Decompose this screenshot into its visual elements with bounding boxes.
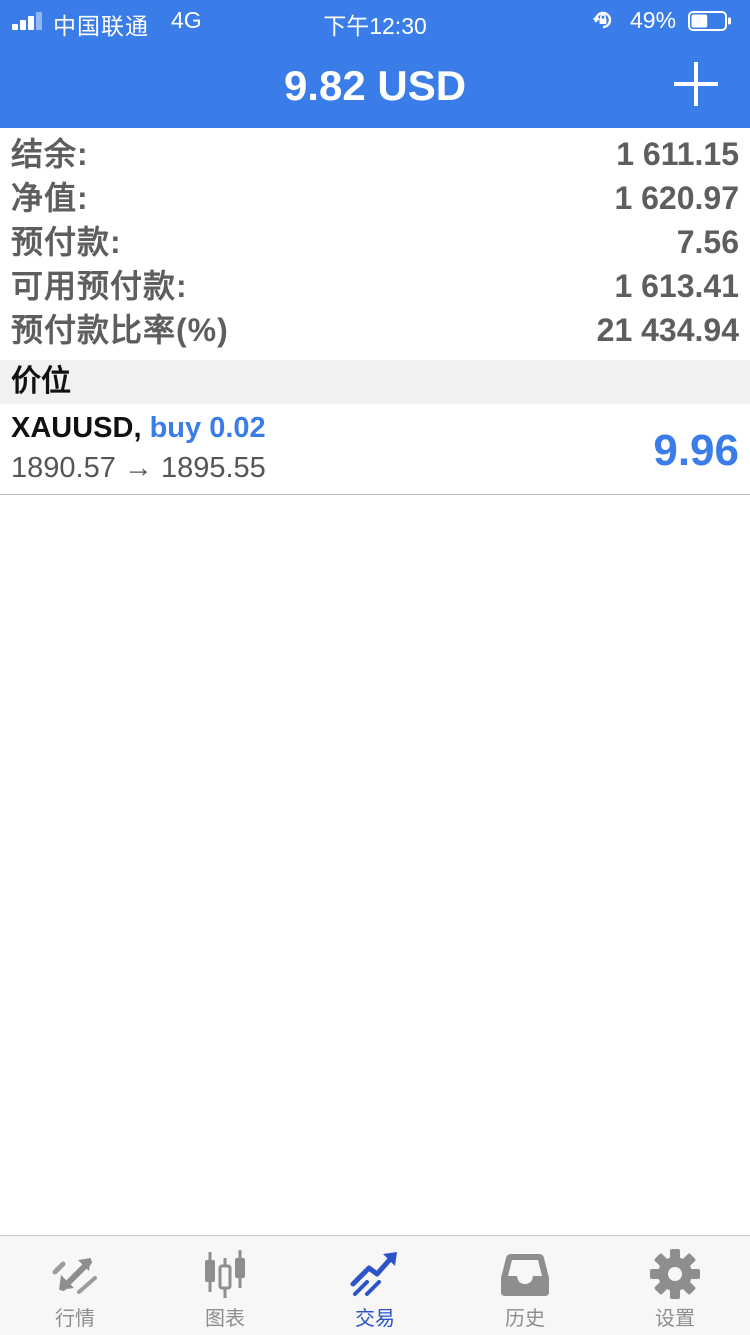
tab-history[interactable]: 历史: [450, 1236, 600, 1335]
section-title: 价位: [11, 365, 71, 398]
summary-label: 预付款比率(%): [11, 312, 229, 348]
candlestick-icon: [205, 1250, 245, 1298]
position-symbol: XAUUSD,: [11, 412, 142, 444]
summary-row-margin: 预付款: 7.56: [0, 220, 750, 264]
positions-section-header: 价位: [0, 360, 750, 404]
position-side-volume: buy 0.02: [149, 412, 266, 444]
summary-value: 7.56: [676, 224, 739, 260]
position-title: XAUUSD, buy 0.02: [11, 410, 266, 446]
current-price: 1895.55: [160, 452, 266, 484]
account-summary: 结余: 1 611.15 净值: 1 620.97 预付款: 7.56 可用预付…: [0, 132, 750, 352]
battery-icon: [688, 11, 731, 31]
tab-settings[interactable]: 设置: [600, 1236, 750, 1335]
battery-percent: 49%: [630, 7, 677, 33]
gear-icon: [650, 1249, 700, 1299]
summary-row-free-margin: 可用预付款: 1 613.41: [0, 264, 750, 308]
summary-value: 1 620.97: [614, 180, 739, 216]
rotation-lock-icon: [593, 11, 612, 29]
summary-row-margin-level: 预付款比率(%) 21 434.94: [0, 308, 750, 352]
arrow-icon: →: [123, 452, 153, 484]
tab-label: 行情: [55, 1308, 95, 1330]
add-order-button[interactable]: [674, 62, 718, 106]
summary-value: 1 611.15: [616, 136, 739, 172]
tab-charts[interactable]: 图表: [150, 1236, 300, 1335]
tab-label: 设置: [655, 1308, 695, 1330]
summary-value: 21 434.94: [596, 312, 739, 348]
summary-label: 预付款:: [11, 224, 122, 260]
tab-label: 图表: [205, 1308, 245, 1330]
inbox-tray-icon: [501, 1254, 549, 1296]
status-bar: 中国联通 4G 下午12:30 49%: [0, 0, 750, 40]
position-prices: 1890.57 → 1895.55: [11, 450, 266, 486]
trade-trend-icon: [350, 1252, 397, 1296]
quotes-arrows-icon: [52, 1258, 97, 1294]
position-profit: 9.96: [653, 426, 739, 475]
tab-label: 交易: [355, 1308, 395, 1330]
open-price: 1890.57: [11, 452, 116, 484]
summary-label: 净值:: [11, 180, 89, 216]
page-title: 9.82 USD: [283, 62, 467, 109]
summary-row-equity: 净值: 1 620.97: [0, 176, 750, 220]
summary-label: 可用预付款:: [11, 268, 188, 304]
tab-trade[interactable]: 交易: [300, 1236, 450, 1335]
position-row[interactable]: XAUUSD, buy 0.02 1890.57 → 1895.55 9.96: [0, 404, 750, 495]
tab-quotes[interactable]: 行情: [0, 1236, 150, 1335]
top-bar: 中国联通 4G 下午12:30 49% 9.82 USD: [0, 0, 750, 128]
summary-row-balance: 结余: 1 611.15: [0, 132, 750, 176]
summary-value: 1 613.41: [614, 268, 739, 304]
summary-label: 结余:: [11, 136, 89, 172]
tab-bar: 行情 图表 交易 历史 设置: [0, 1235, 750, 1335]
tab-label: 历史: [505, 1308, 545, 1330]
